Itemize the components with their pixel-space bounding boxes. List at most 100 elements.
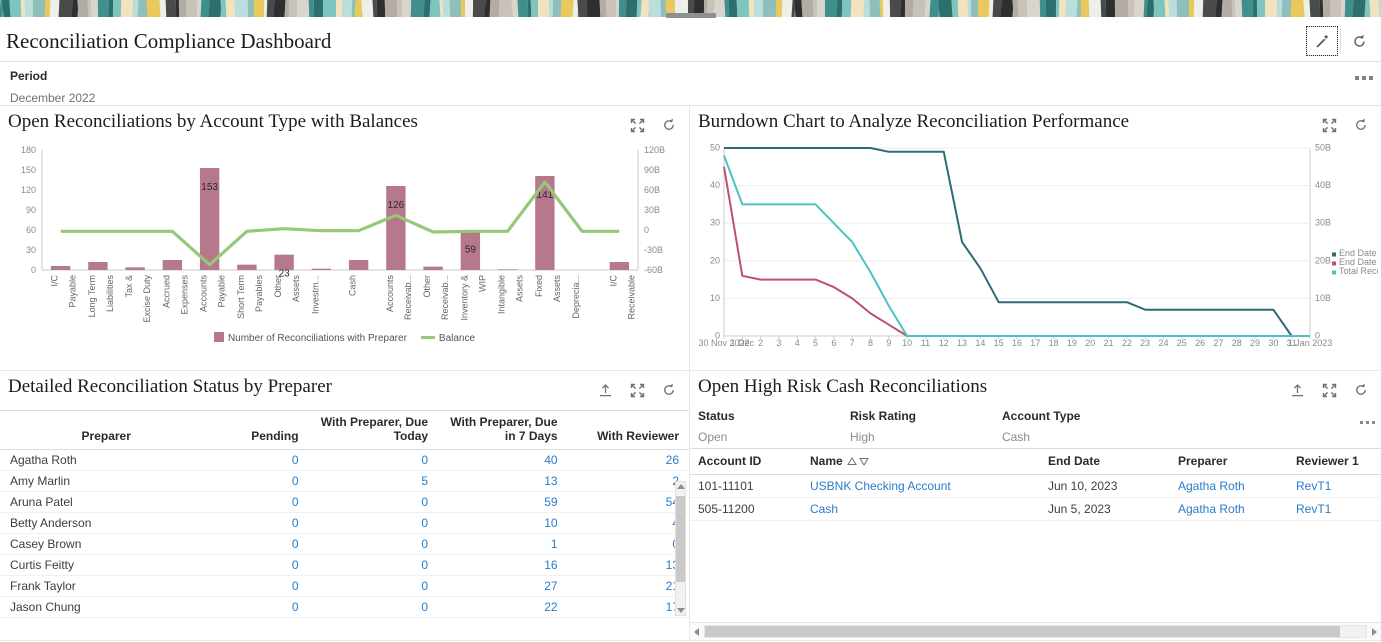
- filter-account-type[interactable]: Account Type Cash: [1002, 409, 1154, 444]
- burndown-series-line[interactable]: [724, 147, 1310, 337]
- cell-pending[interactable]: 0: [212, 449, 309, 471]
- period-value[interactable]: December 2022: [10, 91, 1371, 105]
- cell-due-today[interactable]: 0: [308, 491, 439, 513]
- cell-due-7-days[interactable]: 13: [438, 470, 568, 492]
- cell-with-reviewer[interactable]: 13: [567, 554, 689, 576]
- cell-pending[interactable]: 0: [212, 470, 309, 492]
- column-header-end-date[interactable]: End Date: [1040, 449, 1170, 475]
- cell-due-7-days[interactable]: 16: [438, 554, 568, 576]
- scrollbar-thumb[interactable]: [705, 626, 1340, 637]
- bar[interactable]: [497, 269, 518, 270]
- vertical-scrollbar[interactable]: [675, 481, 686, 616]
- cell-pending[interactable]: 0: [212, 575, 309, 597]
- expand-icon[interactable]: [1313, 110, 1345, 140]
- column-header-preparer[interactable]: Preparer: [1170, 449, 1288, 475]
- cell-with-reviewer[interactable]: 26: [567, 449, 689, 471]
- refresh-icon[interactable]: [1345, 110, 1377, 140]
- bar[interactable]: [237, 264, 257, 270]
- cell-with-reviewer[interactable]: 4: [567, 512, 689, 534]
- cell-due-7-days[interactable]: 1: [438, 533, 568, 555]
- bar[interactable]: [348, 260, 369, 270]
- bar[interactable]: [88, 262, 108, 270]
- export-icon[interactable]: [589, 375, 621, 405]
- bar[interactable]: [423, 266, 443, 270]
- filter-value[interactable]: Open: [698, 430, 850, 444]
- refresh-icon[interactable]: [653, 110, 685, 140]
- cell-name[interactable]: Cash: [802, 497, 1040, 521]
- table-row[interactable]: Agatha Roth 0 0 40 26: [0, 449, 689, 471]
- cell-with-reviewer[interactable]: 2: [567, 470, 689, 492]
- table-row[interactable]: Jason Chung 0 0 22 17: [0, 596, 689, 618]
- cell-due-7-days[interactable]: 59: [438, 491, 568, 513]
- cell-reviewer[interactable]: RevT1: [1288, 497, 1381, 521]
- cell-with-reviewer[interactable]: 17: [567, 596, 689, 618]
- column-header-name[interactable]: Name: [802, 449, 1040, 475]
- column-header-with-preparer-due-today[interactable]: With Preparer, Due Today: [308, 411, 439, 450]
- cell-due-today[interactable]: 5: [308, 470, 439, 492]
- overflow-menu-icon[interactable]: [1360, 421, 1375, 424]
- burndown-chart[interactable]: 0 10 20 30 40 50 0 10B 20B 30B 40B 50B 30 Nov 2022 1 …: [690, 140, 1381, 365]
- cell-pending[interactable]: 0: [212, 596, 309, 618]
- column-header-preparer[interactable]: Preparer: [0, 411, 213, 450]
- column-header-with-preparer-due-in-7-days[interactable]: With Preparer, Due in 7 Days: [438, 411, 568, 450]
- table-row[interactable]: Casey Brown0010: [0, 533, 689, 555]
- refresh-icon[interactable]: [1345, 375, 1377, 405]
- overflow-menu-icon[interactable]: [1355, 76, 1373, 80]
- horizontal-scrollbar[interactable]: [690, 622, 1381, 640]
- bar[interactable]: [162, 260, 183, 270]
- bar[interactable]: [609, 262, 630, 270]
- cell-pending[interactable]: 0: [212, 491, 309, 513]
- expand-icon[interactable]: [621, 375, 653, 405]
- cell-due-today[interactable]: 0: [308, 512, 439, 534]
- cell-reviewer[interactable]: RevT1: [1288, 474, 1381, 498]
- filter-value[interactable]: Cash: [1002, 430, 1154, 444]
- export-icon[interactable]: [1281, 375, 1313, 405]
- cell-due-today[interactable]: 0: [308, 575, 439, 597]
- table-row[interactable]: Amy Marlin05132: [0, 470, 689, 492]
- cell-preparer[interactable]: Agatha Roth: [1170, 497, 1288, 521]
- cell-due-7-days[interactable]: 10: [438, 512, 568, 534]
- cell-pending[interactable]: 0: [212, 512, 309, 534]
- bar-chart[interactable]: 0 30 60 90 120 150 180 -60B -30B 0 30B 60B 90B 120B I/…: [2, 140, 689, 330]
- bar[interactable]: [125, 267, 145, 270]
- cell-due-7-days[interactable]: 27: [438, 575, 568, 597]
- cell-due-today[interactable]: 0: [308, 596, 439, 618]
- scrollbar-thumb[interactable]: [676, 496, 685, 582]
- expand-icon[interactable]: [1313, 375, 1345, 405]
- expand-icon[interactable]: [621, 110, 653, 140]
- cell-with-reviewer[interactable]: 21: [567, 575, 689, 597]
- bar[interactable]: [50, 266, 71, 270]
- cell-pending[interactable]: 0: [212, 554, 309, 576]
- table-row[interactable]: 101-11101 USBNK Checking Account Jun 10, 2…: [690, 474, 1381, 498]
- column-header-account-id[interactable]: Account ID: [690, 449, 802, 475]
- cell-due-today[interactable]: 0: [308, 554, 439, 576]
- pencil-icon[interactable]: [1306, 26, 1338, 56]
- cell-preparer[interactable]: Agatha Roth: [1170, 474, 1288, 498]
- refresh-icon[interactable]: [653, 375, 685, 405]
- cell-with-reviewer[interactable]: 0: [567, 533, 689, 555]
- sort-icons[interactable]: [846, 457, 869, 466]
- filter-value[interactable]: High: [850, 430, 1002, 444]
- filter-risk-rating[interactable]: Risk Rating High: [850, 409, 1002, 444]
- cell-due-today[interactable]: 0: [308, 449, 439, 471]
- cell-with-reviewer[interactable]: 54: [567, 491, 689, 513]
- table-row[interactable]: Aruna Patel 0 0 59 54: [0, 491, 689, 513]
- cell-due-7-days[interactable]: 40: [438, 449, 568, 471]
- cell-name[interactable]: USBNK Checking Account: [802, 474, 1040, 498]
- scroll-left-arrow-icon[interactable]: [694, 627, 699, 636]
- table-row[interactable]: 505-11200 Cash Jun 5, 2023 Agatha Roth RevT1: [690, 497, 1381, 521]
- cell-due-7-days[interactable]: 22: [438, 596, 568, 618]
- cell-pending[interactable]: 0: [212, 533, 309, 555]
- scroll-right-arrow-icon[interactable]: [1372, 627, 1377, 636]
- bar[interactable]: [311, 268, 332, 270]
- table-row[interactable]: Frank Taylor 0 0 27 21: [0, 575, 689, 597]
- drag-handle[interactable]: [665, 13, 716, 18]
- column-header-with-reviewer[interactable]: With Reviewer: [567, 411, 689, 450]
- scrollbar-track[interactable]: [704, 625, 1367, 638]
- column-header-reviewer-1[interactable]: Reviewer 1: [1288, 449, 1381, 475]
- table-row[interactable]: Betty Anderson00104: [0, 512, 689, 534]
- column-header-pending[interactable]: Pending: [212, 411, 309, 450]
- refresh-icon[interactable]: [1343, 26, 1375, 56]
- bar[interactable]: [386, 186, 406, 270]
- scroll-down-arrow-icon[interactable]: [677, 608, 685, 613]
